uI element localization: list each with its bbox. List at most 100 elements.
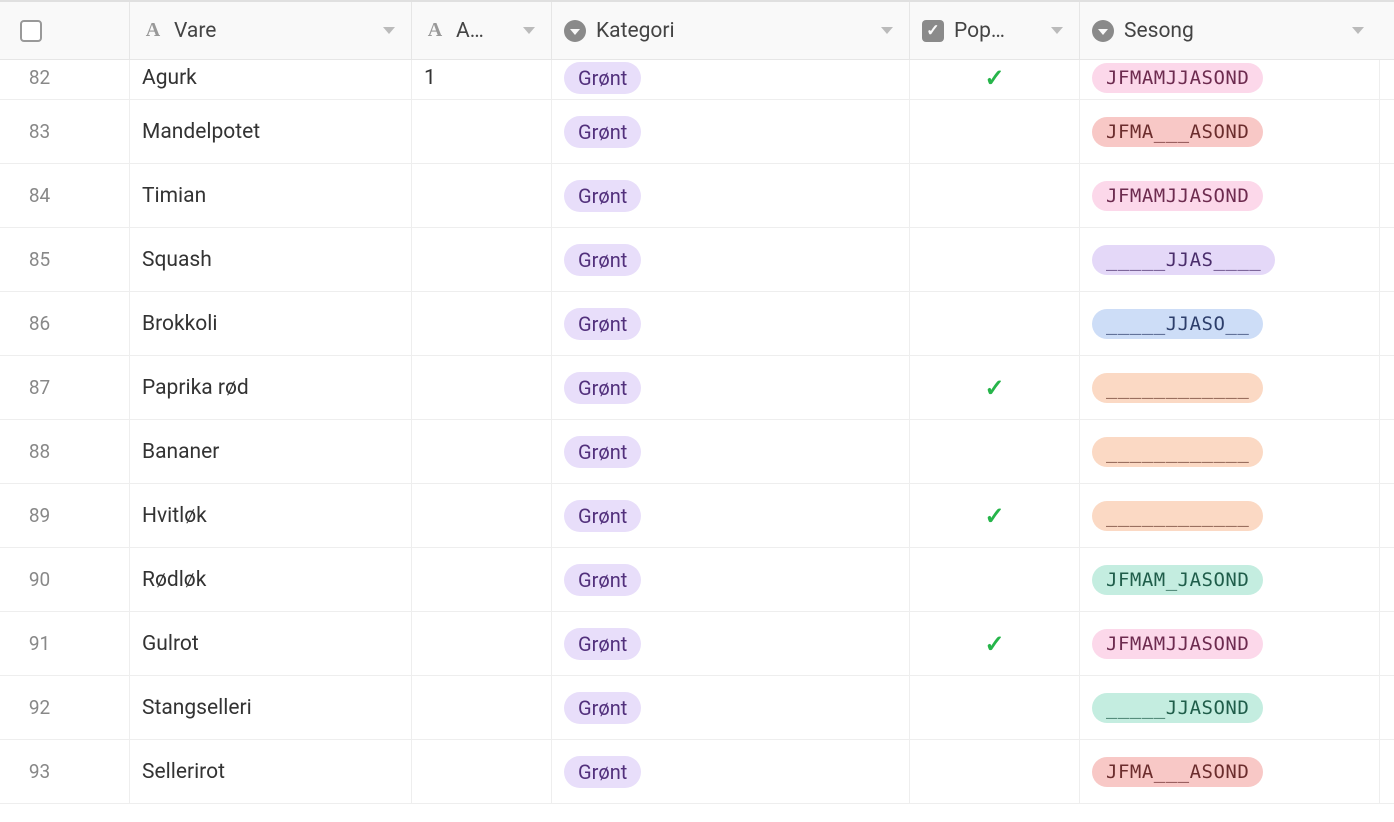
- kategori-cell[interactable]: Grønt: [552, 676, 910, 739]
- row-number-cell[interactable]: 93: [0, 740, 130, 803]
- pop-cell[interactable]: [910, 164, 1080, 227]
- a-cell[interactable]: [412, 356, 552, 419]
- table-row[interactable]: 90Rødløk Grønt JFMAM_JASOND: [0, 548, 1394, 612]
- sesong-cell[interactable]: JFMA___ASOND: [1080, 740, 1380, 803]
- row-number-cell[interactable]: 89: [0, 484, 130, 547]
- kategori-pill: Grønt: [564, 180, 641, 212]
- pop-cell[interactable]: [910, 100, 1080, 163]
- vare-cell[interactable]: Brokkoli: [130, 292, 412, 355]
- vare-cell[interactable]: Bananer: [130, 420, 412, 483]
- row-number-cell[interactable]: 88: [0, 420, 130, 483]
- sesong-cell[interactable]: JFMA___ASOND: [1080, 100, 1380, 163]
- row-number-cell[interactable]: 84: [0, 164, 130, 227]
- vare-cell[interactable]: Mandelpotet: [130, 100, 412, 163]
- dropdown-caret-icon[interactable]: [523, 27, 535, 34]
- sesong-cell[interactable]: _____JJASO__: [1080, 292, 1380, 355]
- sesong-cell[interactable]: JFMAM_JASOND: [1080, 548, 1380, 611]
- sesong-cell[interactable]: _____JJASOND: [1080, 676, 1380, 739]
- table-row[interactable]: 92Stangselleri Grønt _____JJASOND: [0, 676, 1394, 740]
- a-cell[interactable]: [412, 228, 552, 291]
- table-row[interactable]: 88Bananer Grønt ____________: [0, 420, 1394, 484]
- vare-cell[interactable]: Gulrot: [130, 612, 412, 675]
- kategori-cell[interactable]: Grønt: [552, 56, 910, 99]
- table-row[interactable]: 87Paprika rød Grønt ✓ ____________: [0, 356, 1394, 420]
- column-header-sesong[interactable]: Sesong: [1080, 2, 1380, 59]
- kategori-cell[interactable]: Grønt: [552, 228, 910, 291]
- select-all-checkbox[interactable]: [20, 20, 42, 42]
- vare-cell[interactable]: Hvitløk: [130, 484, 412, 547]
- a-cell[interactable]: [412, 100, 552, 163]
- sesong-cell[interactable]: JFMAMJJASOND: [1080, 56, 1380, 99]
- sesong-pill: JFMAM_JASOND: [1092, 565, 1263, 595]
- vare-cell[interactable]: Rødløk: [130, 548, 412, 611]
- row-number-cell[interactable]: 85: [0, 228, 130, 291]
- checkmark-icon: ✓: [984, 374, 1004, 402]
- dropdown-caret-icon[interactable]: [881, 27, 893, 34]
- table-row[interactable]: 84Timian Grønt JFMAMJJASOND: [0, 164, 1394, 228]
- row-number-cell[interactable]: 83: [0, 100, 130, 163]
- a-cell[interactable]: [412, 484, 552, 547]
- pop-cell[interactable]: [910, 420, 1080, 483]
- single-select-icon: [564, 20, 586, 42]
- dropdown-caret-icon[interactable]: [383, 27, 395, 34]
- column-header-checkbox[interactable]: [0, 2, 130, 59]
- table-row[interactable]: 86Brokkoli Grønt _____JJASO__: [0, 292, 1394, 356]
- row-number-cell[interactable]: 82: [0, 56, 130, 99]
- a-cell[interactable]: [412, 740, 552, 803]
- dropdown-caret-icon[interactable]: [1352, 27, 1364, 34]
- table-row[interactable]: 91Gulrot Grønt✓JFMAMJJASOND: [0, 612, 1394, 676]
- pop-cell[interactable]: ✓: [910, 612, 1080, 675]
- pop-cell[interactable]: ✓: [910, 356, 1080, 419]
- kategori-cell[interactable]: Grønt: [552, 420, 910, 483]
- vare-cell[interactable]: Timian: [130, 164, 412, 227]
- pop-cell[interactable]: ✓: [910, 56, 1080, 99]
- a-cell[interactable]: [412, 420, 552, 483]
- pop-cell[interactable]: [910, 548, 1080, 611]
- column-header-pop[interactable]: Pop…: [910, 2, 1080, 59]
- kategori-cell[interactable]: Grønt: [552, 740, 910, 803]
- sesong-cell[interactable]: JFMAMJJASOND: [1080, 612, 1380, 675]
- a-cell[interactable]: 1: [412, 56, 552, 99]
- a-cell[interactable]: [412, 548, 552, 611]
- vare-cell[interactable]: Sellerirot: [130, 740, 412, 803]
- table-row[interactable]: 93Sellerirot Grønt JFMA___ASOND: [0, 740, 1394, 804]
- table-row[interactable]: 83Mandelpotet Grønt JFMA___ASOND: [0, 100, 1394, 164]
- row-number-cell[interactable]: 86: [0, 292, 130, 355]
- table-row[interactable]: 85Squash Grønt _____JJAS____: [0, 228, 1394, 292]
- row-number-cell[interactable]: 91: [0, 612, 130, 675]
- column-header-vare[interactable]: A Vare: [130, 2, 412, 59]
- a-cell[interactable]: [412, 612, 552, 675]
- a-cell[interactable]: [412, 676, 552, 739]
- kategori-cell[interactable]: Grønt: [552, 164, 910, 227]
- row-number-cell[interactable]: 92: [0, 676, 130, 739]
- sesong-cell[interactable]: _____JJAS____: [1080, 228, 1380, 291]
- column-header-a[interactable]: A A…: [412, 2, 552, 59]
- pop-cell[interactable]: [910, 228, 1080, 291]
- sesong-cell[interactable]: ____________: [1080, 356, 1380, 419]
- vare-cell[interactable]: Paprika rød: [130, 356, 412, 419]
- dropdown-caret-icon[interactable]: [1051, 27, 1063, 34]
- kategori-cell[interactable]: Grønt: [552, 356, 910, 419]
- kategori-cell[interactable]: Grønt: [552, 548, 910, 611]
- a-cell[interactable]: [412, 164, 552, 227]
- kategori-cell[interactable]: Grønt: [552, 484, 910, 547]
- kategori-cell[interactable]: Grønt: [552, 100, 910, 163]
- kategori-cell[interactable]: Grønt: [552, 612, 910, 675]
- row-number-cell[interactable]: 87: [0, 356, 130, 419]
- sesong-cell[interactable]: ____________: [1080, 420, 1380, 483]
- table-row[interactable]: 82Agurk1Grønt✓JFMAMJJASOND: [0, 56, 1394, 100]
- kategori-cell[interactable]: Grønt: [552, 292, 910, 355]
- pop-cell[interactable]: ✓: [910, 484, 1080, 547]
- column-header-kategori[interactable]: Kategori: [552, 2, 910, 59]
- sesong-cell[interactable]: JFMAMJJASOND: [1080, 164, 1380, 227]
- row-number-cell[interactable]: 90: [0, 548, 130, 611]
- pop-cell[interactable]: [910, 740, 1080, 803]
- pop-cell[interactable]: [910, 292, 1080, 355]
- sesong-cell[interactable]: ____________: [1080, 484, 1380, 547]
- table-row[interactable]: 89Hvitløk Grønt✓____________: [0, 484, 1394, 548]
- pop-cell[interactable]: [910, 676, 1080, 739]
- vare-cell[interactable]: Agurk: [130, 56, 412, 99]
- a-cell[interactable]: [412, 292, 552, 355]
- vare-cell[interactable]: Squash: [130, 228, 412, 291]
- vare-cell[interactable]: Stangselleri: [130, 676, 412, 739]
